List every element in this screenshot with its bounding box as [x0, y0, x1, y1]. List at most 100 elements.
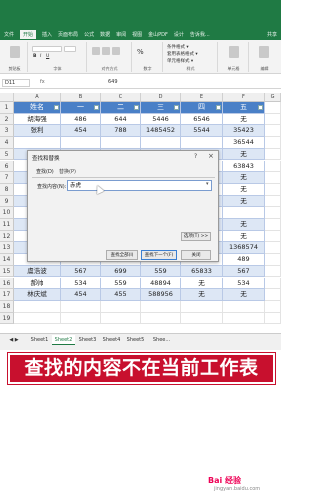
- table-cell[interactable]: 559: [141, 265, 181, 278]
- column-header[interactable]: C: [101, 93, 141, 102]
- formula-input[interactable]: 649: [108, 79, 118, 85]
- empty-cell[interactable]: [61, 300, 101, 313]
- table-cell[interactable]: 699: [101, 265, 141, 278]
- row-header[interactable]: 1: [0, 102, 14, 114]
- align-center-icon[interactable]: [102, 47, 110, 55]
- row-header[interactable]: 18: [0, 300, 14, 313]
- table-cell[interactable]: [181, 137, 223, 149]
- table-cell[interactable]: 454: [61, 125, 101, 138]
- sheet-tab[interactable]: Sheet1: [28, 335, 51, 345]
- empty-cell[interactable]: [223, 300, 265, 313]
- filter-dropdown-icon[interactable]: [174, 105, 179, 110]
- table-cell[interactable]: [61, 137, 101, 149]
- table-cell[interactable]: 5446: [141, 113, 181, 126]
- table-cell[interactable]: 无: [223, 113, 265, 126]
- column-header[interactable]: D: [141, 93, 181, 102]
- empty-cell[interactable]: [265, 277, 281, 290]
- tab-review[interactable]: 审阅: [116, 31, 126, 38]
- close-button[interactable]: 关闭: [181, 250, 211, 260]
- column-header[interactable]: F: [223, 93, 265, 102]
- table-cell[interactable]: 63843: [223, 160, 265, 173]
- tab-replace[interactable]: 替换(P): [59, 168, 76, 175]
- table-cell[interactable]: 567: [61, 265, 101, 278]
- row-header[interactable]: 10: [0, 207, 14, 219]
- select-all-corner[interactable]: [0, 93, 14, 102]
- empty-cell[interactable]: [14, 300, 61, 313]
- underline-icon[interactable]: U: [46, 54, 49, 59]
- table-cell[interactable]: 无: [181, 277, 223, 290]
- column-header[interactable]: E: [181, 93, 223, 102]
- row-header[interactable]: 13: [0, 242, 14, 255]
- row-header[interactable]: 9: [0, 195, 14, 208]
- tab-pdf[interactable]: 金山PDF: [148, 31, 168, 38]
- empty-cell[interactable]: [265, 113, 281, 126]
- table-cell[interactable]: 无: [223, 219, 265, 231]
- table-cell[interactable]: 489: [223, 254, 265, 266]
- row-header[interactable]: 14: [0, 254, 14, 266]
- find-what-input[interactable]: 赤虎: [67, 180, 212, 191]
- empty-cell[interactable]: [265, 125, 281, 138]
- close-icon[interactable]: ×: [208, 152, 214, 160]
- row-header[interactable]: 4: [0, 137, 14, 149]
- filter-dropdown-icon[interactable]: [258, 105, 263, 110]
- empty-cell[interactable]: [265, 242, 281, 255]
- table-cell[interactable]: 5544: [181, 125, 223, 138]
- table-cell[interactable]: 65833: [181, 265, 223, 278]
- table-cell[interactable]: 534: [223, 277, 265, 290]
- empty-cell[interactable]: [265, 160, 281, 173]
- filter-dropdown-icon[interactable]: [54, 105, 59, 110]
- bold-icon[interactable]: B: [33, 54, 36, 59]
- table-cell[interactable]: 郝帅: [14, 277, 61, 290]
- empty-cell[interactable]: [141, 312, 181, 325]
- tab-file[interactable]: 文件: [4, 31, 14, 38]
- align-left-icon[interactable]: [92, 47, 100, 55]
- font-name-select[interactable]: [32, 46, 62, 52]
- empty-cell[interactable]: [265, 219, 281, 231]
- sheet-tab[interactable]: Sheet3: [76, 335, 99, 345]
- table-cell[interactable]: [14, 137, 61, 149]
- filter-dropdown-icon[interactable]: [216, 105, 221, 110]
- row-header[interactable]: 7: [0, 172, 14, 184]
- table-cell[interactable]: 无: [223, 289, 265, 301]
- tell-me-search[interactable]: 告诉我...: [190, 31, 210, 38]
- table-header-cell[interactable]: 姓名: [14, 102, 61, 114]
- fx-icon[interactable]: fx: [40, 79, 45, 85]
- table-cell[interactable]: 36544: [223, 137, 265, 149]
- name-box[interactable]: D11: [2, 79, 30, 87]
- tab-data[interactable]: 数据: [100, 31, 110, 38]
- empty-cell[interactable]: [265, 230, 281, 243]
- table-cell[interactable]: 486: [61, 113, 101, 126]
- tab-formulas[interactable]: 公式: [84, 31, 94, 38]
- tab-home[interactable]: 开始: [20, 29, 37, 39]
- tab-find[interactable]: 查找(D): [36, 168, 54, 175]
- row-header[interactable]: 2: [0, 113, 14, 126]
- sheet-tab[interactable]: Shee...: [150, 335, 173, 345]
- table-cell[interactable]: 林庆斌: [14, 289, 61, 301]
- filter-dropdown-icon[interactable]: [134, 105, 139, 110]
- sheet-tab[interactable]: Sheet2: [52, 335, 75, 345]
- empty-cell[interactable]: [265, 300, 281, 313]
- row-header[interactable]: 17: [0, 289, 14, 301]
- align-right-icon[interactable]: [112, 47, 120, 55]
- table-cell[interactable]: [141, 137, 181, 149]
- table-header-cell[interactable]: 五: [223, 102, 265, 114]
- options-button[interactable]: 选项(T) >>: [181, 232, 211, 241]
- find-select-icon[interactable]: [259, 46, 269, 58]
- table-cell[interactable]: 无: [223, 172, 265, 184]
- tab-insert[interactable]: 插入: [42, 31, 52, 38]
- table-cell[interactable]: 455: [101, 289, 141, 301]
- empty-cell[interactable]: [265, 289, 281, 301]
- row-header[interactable]: 19: [0, 312, 14, 325]
- column-header[interactable]: B: [61, 93, 101, 102]
- table-cell[interactable]: 无: [223, 183, 265, 196]
- row-header[interactable]: 16: [0, 277, 14, 290]
- table-cell[interactable]: 张利: [14, 125, 61, 138]
- empty-cell[interactable]: [265, 265, 281, 278]
- empty-cell[interactable]: [265, 137, 281, 149]
- tab-page-layout[interactable]: 页面布局: [58, 31, 78, 38]
- italic-icon[interactable]: I: [40, 54, 41, 59]
- cell-styles-button[interactable]: 单元格样式 ▾: [167, 58, 193, 64]
- row-header[interactable]: 15: [0, 265, 14, 278]
- filter-dropdown-icon[interactable]: [94, 105, 99, 110]
- sheet-tab[interactable]: Sheet5: [124, 335, 147, 345]
